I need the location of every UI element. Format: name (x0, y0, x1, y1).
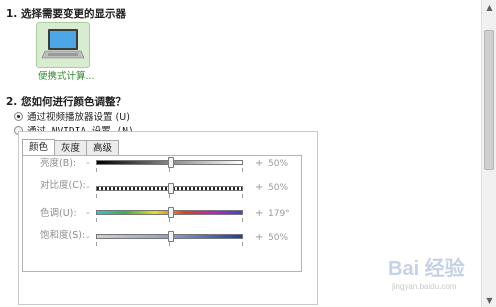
slider-minus: - (86, 182, 90, 193)
vertical-scrollbar[interactable]: ▲ ▼ (481, 0, 496, 307)
slider-value-contrast: 50% (268, 183, 289, 193)
slider-value-saturation: 50% (268, 233, 289, 243)
slider-plus: + (255, 232, 264, 243)
section-1-title: 1. 选择需要变更的显示器 (6, 8, 126, 20)
scrollbar-thumb[interactable] (484, 30, 494, 170)
slider-label-hue: 色调(U): (40, 208, 77, 219)
slider-minus: - (86, 232, 90, 243)
slider-minus: - (86, 158, 90, 169)
tab-grayscale[interactable]: 灰度 (54, 140, 88, 156)
slider-thumb-brightness[interactable] (168, 157, 174, 168)
display-tile[interactable] (36, 22, 90, 68)
slider-ticks (96, 242, 243, 246)
tab-advanced[interactable]: 高级 (86, 140, 120, 156)
slider-thumb-contrast[interactable] (168, 183, 174, 194)
slider-value-brightness: 50% (268, 159, 289, 169)
baidu-jingyan-watermark: Bai 经验 jingyan.baidu.com (388, 256, 465, 291)
slider-label-contrast: 对比度(C): (40, 180, 86, 191)
laptop-icon (41, 29, 85, 59)
slider-ticks (96, 168, 243, 172)
radio-video-player-settings[interactable]: 通过视频播放器设置 (U) (14, 109, 130, 123)
slider-minus: - (86, 208, 90, 219)
scroll-up-icon[interactable]: ▲ (482, 0, 496, 14)
display-label[interactable]: 便携式计算... (38, 68, 95, 82)
slider-ticks (96, 194, 243, 198)
slider-ticks (96, 218, 243, 222)
slider-thumb-hue[interactable] (168, 207, 174, 218)
slider-label-saturation: 饱和度(S): (40, 230, 86, 241)
scroll-down-icon[interactable]: ▼ (482, 293, 496, 307)
radio-button-selected[interactable] (14, 111, 23, 121)
tab-color[interactable]: 颜色 (22, 139, 56, 156)
section-2-title: 2. 您如何进行颜色调整？ (6, 96, 126, 108)
slider-value-hue: 179° (268, 209, 290, 219)
svg-text:jingyan.baidu.com: jingyan.baidu.com (391, 282, 457, 291)
svg-text:Bai 经验: Bai 经验 (388, 256, 465, 280)
radio-label-video: 通过视频播放器设置 (U) (27, 112, 130, 123)
slider-plus: + (255, 158, 264, 169)
slider-thumb-saturation[interactable] (168, 231, 174, 242)
slider-plus: + (255, 182, 264, 193)
slider-plus: + (255, 208, 264, 219)
slider-label-brightness: 亮度(B): (40, 158, 77, 169)
